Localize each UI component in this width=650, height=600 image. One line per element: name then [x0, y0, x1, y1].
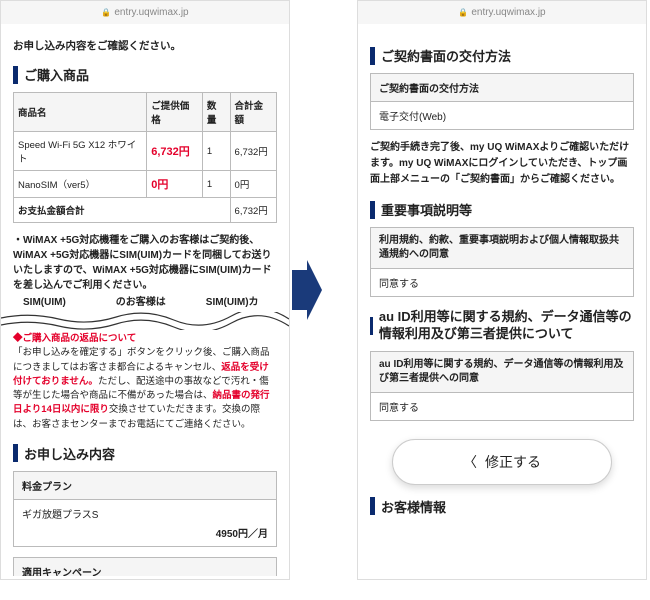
tear-graphic [1, 312, 289, 330]
table-row-total: お支払金額合計 6,732円 [14, 198, 277, 223]
return-policy: ◆ご購入商品の返品について 「お申し込みを確定する」ボタンをクリック後、ご購入商… [13, 332, 277, 432]
th-total: 合計金額 [230, 93, 276, 132]
purchase-note: ・WiMAX +5G対応機種をご購入のお客様はご契約後、WiMAX +5G対応機… [13, 233, 277, 293]
left-screen: entry.uqwimax.jp お申し込み内容をご確認ください。 ご購入商品 … [0, 0, 290, 580]
section-auid: au ID利用等に関する規約、データ通信等の情報利用及び第三者提供について [370, 309, 634, 343]
chevron-left-icon: 〈 [463, 452, 477, 472]
plan-card: 料金プラン ギガ放題プラスS 4950円／月 [13, 471, 277, 547]
section-purchase: ご購入商品 [13, 65, 277, 84]
address-bar: entry.uqwimax.jp [1, 1, 289, 24]
th-price: ご提供価格 [147, 93, 203, 132]
table-row: Speed Wi-Fi 5G X12 ホワイト 6,732円 1 6,732円 [14, 132, 277, 171]
purchase-note-cut: SIM(UIM) のお客様は SIM(UIM)カ [13, 295, 277, 310]
th-name: 商品名 [14, 93, 147, 132]
campaign-card: 適用キャンペーン WiMAX ＋5G割 -682円×最大13ヶ月間 [13, 557, 277, 576]
purchase-table: 商品名 ご提供価格 数量 合計金額 Speed Wi-Fi 5G X12 ホワイ… [13, 92, 277, 223]
section-application: お申し込み内容 [13, 444, 277, 463]
section-customer: お客様情報 [370, 497, 634, 516]
edit-button[interactable]: 〈 修正する [392, 439, 612, 485]
left-content: お申し込み内容をご確認ください。 ご購入商品 商品名 ご提供価格 数量 合計金額… [1, 24, 289, 576]
section-important: 重要事項説明等 [370, 200, 634, 219]
arrow-icon [292, 260, 322, 320]
lead-text: お申し込み内容をご確認ください。 [13, 38, 277, 53]
delivery-card: ご契約書面の交付方法 電子交付(Web) [370, 73, 634, 130]
address-bar: entry.uqwimax.jp [358, 1, 646, 24]
right-content: ご契約書面の交付方法 ご契約書面の交付方法 電子交付(Web) ご契約手続き完了… [358, 24, 646, 576]
th-qty: 数量 [202, 93, 230, 132]
section-delivery: ご契約書面の交付方法 [370, 46, 634, 65]
agree-card-2: au ID利用等に関する規約、データ通信等の情報利用及び第三者提供への同意 同意… [370, 351, 634, 421]
table-row: NanoSIM（ver5） 0円 1 0円 [14, 171, 277, 198]
delivery-info: ご契約手続き完了後、my UQ WiMAXよりご確認いただけます。my UQ W… [370, 140, 634, 188]
right-screen: entry.uqwimax.jp ご契約書面の交付方法 ご契約書面の交付方法 電… [357, 0, 647, 580]
agree-card-1: 利用規約、約款、重要事項説明および個人情報取扱共通規約への同意 同意する [370, 227, 634, 297]
